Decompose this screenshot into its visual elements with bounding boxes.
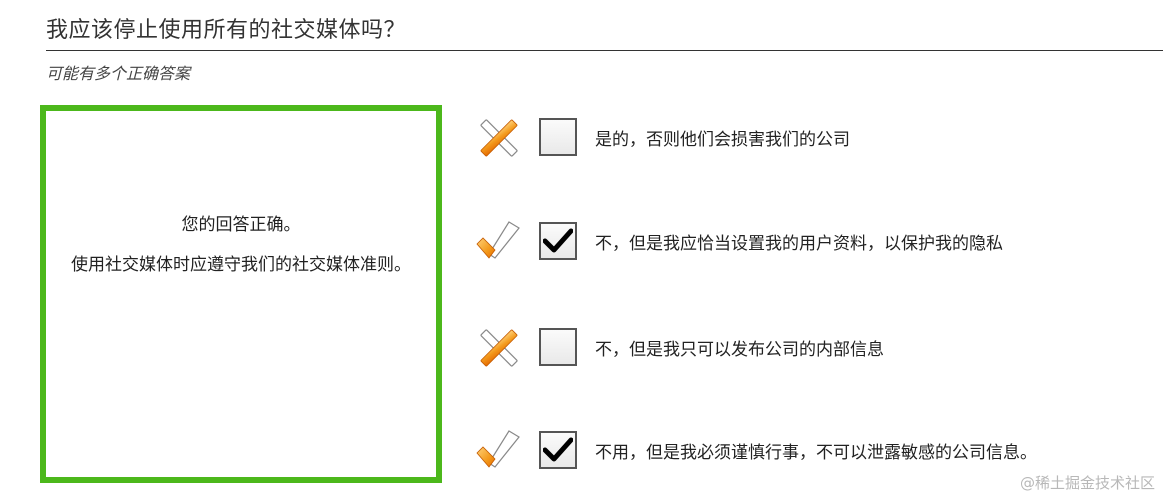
option-1-label: 是的，否则他们会损害我们的公司 (595, 129, 850, 150)
option-4-checkbox[interactable] (539, 431, 577, 469)
quiz-page: 我应该停止使用所有的社交媒体吗？ 可能有多个正确答案 您的回答正确。 使用社交媒… (0, 0, 1163, 499)
checkmark-icon (543, 228, 573, 253)
feedback-explanation: 使用社交媒体时应遵守我们的社交媒体准则。 (71, 255, 411, 275)
check-icon (475, 427, 521, 473)
answer-option-1[interactable]: 是的，否则他们会损害我们的公司 (475, 112, 850, 162)
cross-icon (475, 114, 521, 160)
checkmark-icon (543, 437, 573, 462)
watermark: @稀土掘金技术社区 (1019, 474, 1155, 492)
feedback-panel: 您的回答正确。 使用社交媒体时应遵守我们的社交媒体准则。 (40, 105, 442, 483)
option-4-label: 不用，但是我必须谨慎行事，不可以泄露敏感的公司信息。 (595, 442, 1037, 463)
cross-icon (475, 324, 521, 370)
feedback-result: 您的回答正确。 (181, 215, 301, 235)
option-2-label: 不，但是我应恰当设置我的用户资料，以保护我的隐私 (595, 233, 1003, 254)
question-title: 我应该停止使用所有的社交媒体吗？ (46, 18, 407, 43)
answer-option-2[interactable]: 不，但是我应恰当设置我的用户资料，以保护我的隐私 (475, 216, 1003, 266)
question-hint: 可能有多个正确答案 (46, 64, 191, 83)
option-2-checkbox[interactable] (539, 222, 577, 260)
option-3-label: 不，但是我只可以发布公司的内部信息 (595, 339, 884, 360)
option-3-checkbox[interactable] (539, 328, 577, 366)
check-icon (475, 218, 521, 264)
feedback-text: 您的回答正确。 使用社交媒体时应遵守我们的社交媒体准则。 (66, 215, 416, 295)
title-divider (46, 50, 1163, 51)
option-1-checkbox[interactable] (539, 118, 577, 156)
answer-option-4[interactable]: 不用，但是我必须谨慎行事，不可以泄露敏感的公司信息。 (475, 425, 1037, 475)
answer-option-3[interactable]: 不，但是我只可以发布公司的内部信息 (475, 322, 884, 372)
